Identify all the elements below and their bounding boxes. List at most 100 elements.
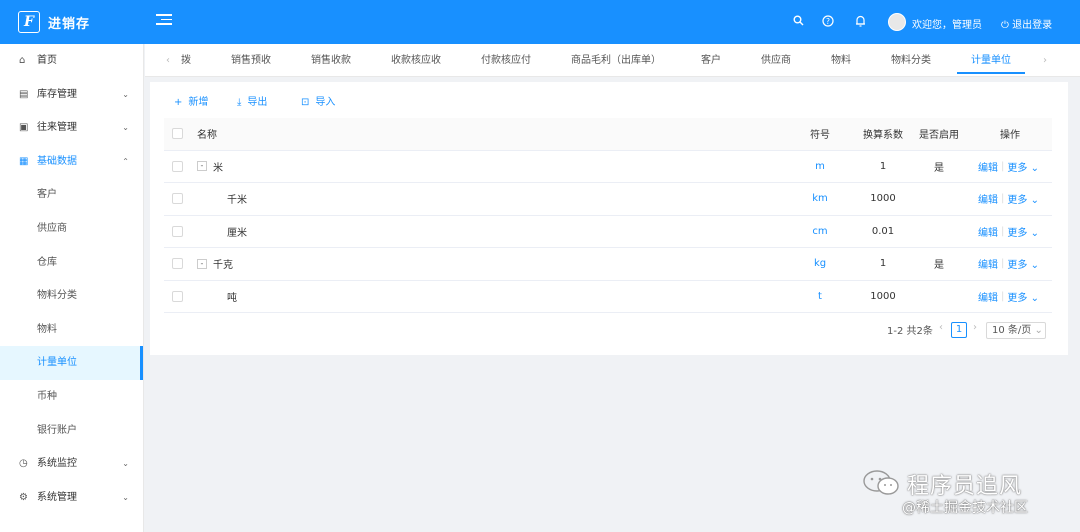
tab-item[interactable]: 销售收款 [311, 44, 351, 77]
collapse-icon[interactable]: - [197, 258, 207, 269]
sidebar-item-exchange[interactable]: ▣ 往来管理 ⌄ [0, 111, 143, 145]
tab-item[interactable]: 客户 [701, 44, 721, 77]
sidebar-item-label: 库存管理 [37, 88, 77, 100]
sidebar-subitem-unit[interactable]: 计量单位 [0, 346, 143, 380]
more-dropdown[interactable]: 更多 ⌄ [1007, 191, 1039, 206]
tab-item[interactable]: 物料分类 [891, 44, 931, 77]
more-label: 更多 [1007, 195, 1028, 207]
sidebar-item-basic-data[interactable]: ▦ 基础数据 ⌃ [0, 145, 143, 179]
edit-link[interactable]: 编辑 [978, 256, 998, 271]
more-dropdown[interactable]: 更多 ⌄ [1007, 256, 1039, 271]
select-all-checkbox[interactable] [172, 128, 183, 140]
bell-icon[interactable] [853, 15, 867, 29]
unit-factor: 1 [879, 258, 887, 270]
row-actions: 编辑 | 更多 ⌄ [978, 216, 1039, 248]
unit-factor: 1000 [870, 290, 896, 302]
unit-symbol: t [818, 290, 822, 302]
help-icon[interactable]: ? [821, 15, 835, 29]
more-label: 更多 [1007, 162, 1028, 174]
more-dropdown[interactable]: 更多 ⌄ [1007, 159, 1039, 174]
tab-item[interactable]: 物料 [831, 44, 851, 77]
app-logo[interactable]: F 进销存 [0, 0, 144, 44]
page-number[interactable]: 1 [951, 322, 967, 338]
table-row[interactable]: 吨 t 1000 编辑 | 更多 ⌄ [164, 281, 1052, 313]
row-actions: 编辑 | 更多 ⌄ [978, 183, 1039, 215]
export-button[interactable]: ⤓ 导出 [237, 93, 267, 108]
unit-symbol: km [812, 193, 828, 205]
edit-link[interactable]: 编辑 [978, 289, 998, 304]
welcome-text[interactable]: 欢迎您，管理员 [912, 16, 982, 31]
header-name[interactable]: 名称 [197, 118, 217, 150]
page-size-select[interactable]: 10 条/页 ⌄ [986, 322, 1046, 339]
sidebar-subitem-customer[interactable]: 客户 [0, 178, 143, 212]
unit-symbol: cm [812, 225, 828, 237]
sidebar-item-label: 系统管理 [37, 491, 77, 503]
unit-name: 千米 [227, 195, 247, 207]
tab-item[interactable]: 收款核应收 [391, 44, 441, 77]
edit-link[interactable]: 编辑 [978, 224, 998, 239]
table-row[interactable]: 厘米 cm 0.01 编辑 | 更多 ⌄ [164, 216, 1052, 248]
table-row[interactable]: - 米 m 1 是 编辑 | 更多 ⌄ [164, 151, 1052, 183]
chevron-down-icon: ⌄ [122, 459, 129, 469]
monitor-icon: ◷ [19, 458, 28, 470]
unit-table: 名称 符号 换算系数 是否启用 操作 - 米 m 1 是编辑 | 更多 ⌄ 千米 km 1000 编… [164, 118, 1052, 313]
row-checkbox[interactable] [172, 225, 183, 237]
sidebar-subitem-currency[interactable]: 币种 [0, 380, 143, 414]
exchange-icon: ▣ [19, 122, 29, 134]
row-checkbox[interactable] [172, 160, 183, 172]
tab-item[interactable]: 销售预收 [231, 44, 271, 77]
more-dropdown[interactable]: 更多 ⌄ [1007, 224, 1039, 239]
prev-page-icon[interactable]: ‹ [939, 322, 943, 333]
row-checkbox[interactable] [172, 193, 183, 205]
sidebar-item-home[interactable]: ⌂ 首页 [0, 44, 143, 78]
tab-scroll-left-icon[interactable]: ‹ [166, 44, 170, 77]
search-icon[interactable] [791, 15, 805, 29]
row-actions: 编辑 | 更多 ⌄ [978, 281, 1039, 313]
tab-item[interactable]: 供应商 [761, 44, 791, 77]
pagination-total: 1-2 共2条 [887, 326, 933, 337]
collapse-icon[interactable]: - [197, 161, 207, 172]
logout-label: 退出登录 [1012, 20, 1053, 31]
table-row[interactable]: 千米 km 1000 编辑 | 更多 ⌄ [164, 183, 1052, 216]
sidebar-subitem-warehouse[interactable]: 仓库 [0, 246, 143, 280]
edit-link[interactable]: 编辑 [978, 191, 998, 206]
tab-item[interactable]: 商品毛利（出库单） [571, 44, 661, 77]
more-dropdown[interactable]: 更多 ⌄ [1007, 289, 1039, 304]
import-button[interactable]: ⊡ 导入 [301, 93, 335, 108]
add-button[interactable]: + 新增 [174, 93, 208, 108]
tab-scroll-right-icon[interactable]: › [1043, 44, 1047, 77]
unit-enabled: 是 [934, 260, 944, 272]
chevron-down-icon: ⌄ [1030, 260, 1039, 272]
next-page-icon[interactable]: › [973, 322, 977, 333]
row-name-cell: 千米 [227, 183, 247, 215]
edit-link[interactable]: 编辑 [978, 159, 998, 174]
unit-symbol: m [815, 160, 825, 172]
tab-item-active[interactable]: 计量单位 [957, 44, 1025, 77]
unit-factor: 0.01 [871, 225, 895, 237]
sidebar-item-monitor[interactable]: ◷ 系统监控 ⌄ [0, 447, 143, 481]
unit-name: 厘米 [227, 227, 247, 239]
tab-item[interactable]: 拨 [181, 44, 191, 77]
logout-button[interactable]: ⏻ 退出登录 [1001, 16, 1052, 31]
header-enabled[interactable]: 是否启用 [919, 118, 959, 150]
header-symbol[interactable]: 符号 [810, 118, 830, 150]
sidebar-subitem-material[interactable]: 物料 [0, 313, 143, 347]
sidebar-subitem-material-category[interactable]: 物料分类 [0, 279, 143, 313]
header-ops: 操作 [1000, 130, 1020, 142]
sidebar-item-inventory[interactable]: ▤ 库存管理 ⌄ [0, 78, 143, 112]
row-checkbox[interactable] [172, 258, 183, 270]
home-icon: ⌂ [19, 55, 26, 66]
table-row[interactable]: - 千克 kg 1 是 编辑 | 更多 ⌄ [164, 248, 1052, 281]
watermark-subtitle: @稀土掘金技术社区 [902, 500, 1028, 516]
sidebar-subitem-supplier[interactable]: 供应商 [0, 212, 143, 246]
settings-icon: ⚙ [19, 491, 28, 503]
sidebar-item-system[interactable]: ⚙ 系统管理 ⌄ [0, 481, 143, 515]
header-factor[interactable]: 换算系数 [863, 118, 903, 150]
avatar[interactable] [888, 13, 906, 31]
menu-fold-icon[interactable] [156, 14, 172, 28]
more-label: 更多 [1007, 260, 1028, 272]
sidebar-subitem-bank-account[interactable]: 银行账户 [0, 414, 143, 448]
page-size-value: 10 条/页 [992, 325, 1032, 336]
tab-item[interactable]: 付款核应付 [481, 44, 531, 77]
row-checkbox[interactable] [172, 290, 183, 302]
